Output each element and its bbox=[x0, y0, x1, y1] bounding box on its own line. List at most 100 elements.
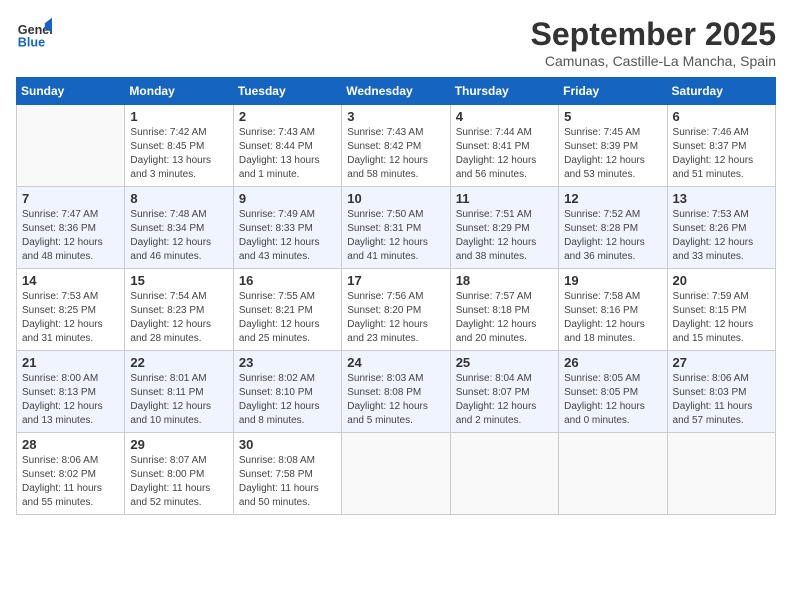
day-number: 20 bbox=[673, 273, 770, 288]
weekday-header-row: SundayMondayTuesdayWednesdayThursdayFrid… bbox=[17, 78, 776, 105]
calendar-cell: 22 Sunrise: 8:01 AM Sunset: 8:11 PM Dayli… bbox=[125, 351, 233, 433]
calendar-cell: 27 Sunrise: 8:06 AM Sunset: 8:03 PM Dayli… bbox=[667, 351, 775, 433]
calendar-cell: 15Sunrise: 7:54 AM Sunset: 8:23 PM Dayli… bbox=[125, 269, 233, 351]
calendar-cell bbox=[17, 105, 125, 187]
day-number: 16 bbox=[239, 273, 336, 288]
day-info: Sunrise: 7:46 AM Sunset: 8:37 PM Dayligh… bbox=[673, 126, 770, 182]
day-info: Sunrise: 7:47 AM Sunset: 8:36 PM Dayligh… bbox=[22, 208, 119, 264]
day-info: Sunrise: 7:52 AM Sunset: 8:28 PM Dayligh… bbox=[564, 208, 661, 264]
day-info: Sunrise: 7:49 AM Sunset: 8:33 PM Dayligh… bbox=[239, 208, 336, 264]
day-info: Sunrise: 7:55 AM Sunset: 8:21 PM Dayligh… bbox=[239, 290, 336, 346]
day-info: Sunrise: 7:43 AM Sunset: 8:44 PM Dayligh… bbox=[239, 126, 336, 182]
calendar-cell: 16 Sunrise: 7:55 AM Sunset: 8:21 PM Dayli… bbox=[233, 269, 341, 351]
weekday-header-thursday: Thursday bbox=[450, 78, 558, 105]
calendar-cell: 3 Sunrise: 7:43 AM Sunset: 8:42 PM Daylig… bbox=[342, 105, 450, 187]
day-info: Sunrise: 8:03 AM Sunset: 8:08 PM Dayligh… bbox=[347, 372, 444, 428]
calendar-week-row: 14 Sunrise: 7:53 AM Sunset: 8:25 PM Dayli… bbox=[17, 269, 776, 351]
day-number: 25 bbox=[456, 355, 553, 370]
day-info: Sunrise: 8:08 AM Sunset: 7:58 PM Dayligh… bbox=[239, 454, 336, 510]
day-number: 5 bbox=[564, 109, 661, 124]
calendar-cell: 2 Sunrise: 7:43 AM Sunset: 8:44 PM Daylig… bbox=[233, 105, 341, 187]
calendar-week-row: 1 Sunrise: 7:42 AM Sunset: 8:45 PM Daylig… bbox=[17, 105, 776, 187]
day-number: 29 bbox=[130, 437, 227, 452]
calendar-cell: 18Sunrise: 7:57 AM Sunset: 8:18 PM Dayli… bbox=[450, 269, 558, 351]
day-info: Sunrise: 7:53 AM Sunset: 8:26 PM Dayligh… bbox=[673, 208, 770, 264]
day-number: 9 bbox=[239, 191, 336, 206]
calendar-table: SundayMondayTuesdayWednesdayThursdayFrid… bbox=[16, 77, 776, 515]
calendar-title: September 2025 bbox=[531, 16, 776, 53]
day-info: Sunrise: 7:58 AM Sunset: 8:16 PM Dayligh… bbox=[564, 290, 661, 346]
day-number: 22 bbox=[130, 355, 227, 370]
day-info: Sunrise: 8:04 AM Sunset: 8:07 PM Dayligh… bbox=[456, 372, 553, 428]
day-number: 23 bbox=[239, 355, 336, 370]
day-number: 19 bbox=[564, 273, 661, 288]
calendar-cell: 14 Sunrise: 7:53 AM Sunset: 8:25 PM Dayli… bbox=[17, 269, 125, 351]
calendar-cell: 4 Sunrise: 7:44 AM Sunset: 8:41 PM Daylig… bbox=[450, 105, 558, 187]
calendar-cell: 23 Sunrise: 8:02 AM Sunset: 8:10 PM Dayli… bbox=[233, 351, 341, 433]
calendar-cell: 17 Sunrise: 7:56 AM Sunset: 8:20 PM Dayli… bbox=[342, 269, 450, 351]
day-number: 26 bbox=[564, 355, 661, 370]
day-info: Sunrise: 7:50 AM Sunset: 8:31 PM Dayligh… bbox=[347, 208, 444, 264]
day-info: Sunrise: 7:56 AM Sunset: 8:20 PM Dayligh… bbox=[347, 290, 444, 346]
weekday-header-sunday: Sunday bbox=[17, 78, 125, 105]
day-info: Sunrise: 7:43 AM Sunset: 8:42 PM Dayligh… bbox=[347, 126, 444, 182]
svg-text:Blue: Blue bbox=[18, 36, 45, 50]
calendar-cell: 12 Sunrise: 7:52 AM Sunset: 8:28 PM Dayli… bbox=[559, 187, 667, 269]
calendar-cell: 21Sunrise: 8:00 AM Sunset: 8:13 PM Dayli… bbox=[17, 351, 125, 433]
logo-icon: General Blue bbox=[16, 16, 52, 52]
day-info: Sunrise: 8:06 AM Sunset: 8:02 PM Dayligh… bbox=[22, 454, 119, 510]
day-info: Sunrise: 8:02 AM Sunset: 8:10 PM Dayligh… bbox=[239, 372, 336, 428]
day-number: 11 bbox=[456, 191, 553, 206]
calendar-cell: 9 Sunrise: 7:49 AM Sunset: 8:33 PM Daylig… bbox=[233, 187, 341, 269]
day-number: 10 bbox=[347, 191, 444, 206]
calendar-cell: 5 Sunrise: 7:45 AM Sunset: 8:39 PM Daylig… bbox=[559, 105, 667, 187]
day-number: 1 bbox=[130, 109, 227, 124]
calendar-cell: 19 Sunrise: 7:58 AM Sunset: 8:16 PM Dayli… bbox=[559, 269, 667, 351]
day-info: Sunrise: 7:45 AM Sunset: 8:39 PM Dayligh… bbox=[564, 126, 661, 182]
page-header: General Blue September 2025 Camunas, Cas… bbox=[16, 16, 776, 69]
logo: General Blue bbox=[16, 16, 52, 52]
calendar-cell: 25 Sunrise: 8:04 AM Sunset: 8:07 PM Dayli… bbox=[450, 351, 558, 433]
calendar-week-row: 7 Sunrise: 7:47 AM Sunset: 8:36 PM Daylig… bbox=[17, 187, 776, 269]
calendar-cell: 28 Sunrise: 8:06 AM Sunset: 8:02 PM Dayli… bbox=[17, 433, 125, 515]
calendar-cell: 10 Sunrise: 7:50 AM Sunset: 8:31 PM Dayli… bbox=[342, 187, 450, 269]
day-number: 14 bbox=[22, 273, 119, 288]
calendar-cell: 13Sunrise: 7:53 AM Sunset: 8:26 PM Dayli… bbox=[667, 187, 775, 269]
day-number: 28 bbox=[22, 437, 119, 452]
day-number: 27 bbox=[673, 355, 770, 370]
calendar-cell: 26Sunrise: 8:05 AM Sunset: 8:05 PM Dayli… bbox=[559, 351, 667, 433]
day-info: Sunrise: 8:06 AM Sunset: 8:03 PM Dayligh… bbox=[673, 372, 770, 428]
weekday-header-tuesday: Tuesday bbox=[233, 78, 341, 105]
day-number: 24 bbox=[347, 355, 444, 370]
calendar-cell bbox=[559, 433, 667, 515]
title-area: September 2025 Camunas, Castille-La Manc… bbox=[531, 16, 776, 69]
day-number: 8 bbox=[130, 191, 227, 206]
calendar-cell bbox=[667, 433, 775, 515]
day-info: Sunrise: 7:59 AM Sunset: 8:15 PM Dayligh… bbox=[673, 290, 770, 346]
day-info: Sunrise: 7:42 AM Sunset: 8:45 PM Dayligh… bbox=[130, 126, 227, 182]
day-number: 12 bbox=[564, 191, 661, 206]
day-number: 17 bbox=[347, 273, 444, 288]
day-info: Sunrise: 8:00 AM Sunset: 8:13 PM Dayligh… bbox=[22, 372, 119, 428]
day-number: 3 bbox=[347, 109, 444, 124]
weekday-header-saturday: Saturday bbox=[667, 78, 775, 105]
day-number: 2 bbox=[239, 109, 336, 124]
calendar-cell: 20 Sunrise: 7:59 AM Sunset: 8:15 PM Dayli… bbox=[667, 269, 775, 351]
calendar-cell: 7 Sunrise: 7:47 AM Sunset: 8:36 PM Daylig… bbox=[17, 187, 125, 269]
day-info: Sunrise: 8:01 AM Sunset: 8:11 PM Dayligh… bbox=[130, 372, 227, 428]
calendar-week-row: 28 Sunrise: 8:06 AM Sunset: 8:02 PM Dayli… bbox=[17, 433, 776, 515]
day-number: 4 bbox=[456, 109, 553, 124]
calendar-cell: 30 Sunrise: 8:08 AM Sunset: 7:58 PM Dayli… bbox=[233, 433, 341, 515]
day-info: Sunrise: 7:51 AM Sunset: 8:29 PM Dayligh… bbox=[456, 208, 553, 264]
day-number: 30 bbox=[239, 437, 336, 452]
day-info: Sunrise: 7:44 AM Sunset: 8:41 PM Dayligh… bbox=[456, 126, 553, 182]
calendar-cell: 24 Sunrise: 8:03 AM Sunset: 8:08 PM Dayli… bbox=[342, 351, 450, 433]
calendar-cell: 6 Sunrise: 7:46 AM Sunset: 8:37 PM Daylig… bbox=[667, 105, 775, 187]
day-number: 6 bbox=[673, 109, 770, 124]
weekday-header-friday: Friday bbox=[559, 78, 667, 105]
day-info: Sunrise: 7:54 AM Sunset: 8:23 PM Dayligh… bbox=[130, 290, 227, 346]
day-info: Sunrise: 7:48 AM Sunset: 8:34 PM Dayligh… bbox=[130, 208, 227, 264]
day-number: 7 bbox=[22, 191, 119, 206]
day-number: 18 bbox=[456, 273, 553, 288]
day-info: Sunrise: 7:53 AM Sunset: 8:25 PM Dayligh… bbox=[22, 290, 119, 346]
